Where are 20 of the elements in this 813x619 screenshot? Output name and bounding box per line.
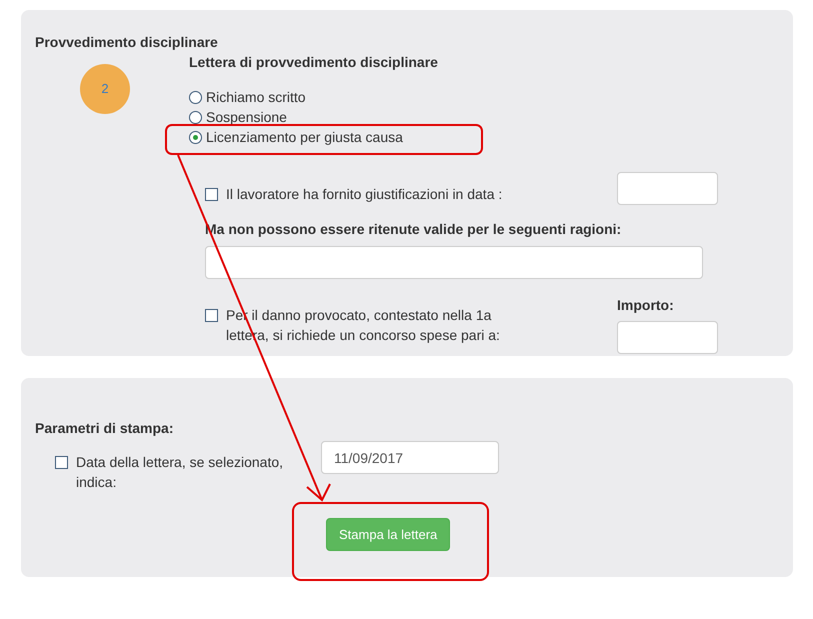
radio-label: Licenziamento per giusta causa <box>206 128 403 147</box>
checkbox-label: Data della lettera, se selezionato, indica: <box>76 453 284 492</box>
radio-label: Sospensione <box>206 108 287 127</box>
step-badge: 2 <box>80 64 130 114</box>
amount-field[interactable] <box>617 321 718 354</box>
radio-button[interactable] <box>189 90 202 104</box>
checkbox[interactable] <box>205 188 218 201</box>
checkbox[interactable] <box>55 456 68 469</box>
radio-button[interactable] <box>189 130 202 144</box>
reasons-field[interactable] <box>205 246 703 279</box>
section-subtitle: Lettera di provvedimento disciplinare <box>189 53 439 72</box>
radio-label: Richiamo scritto <box>206 88 306 107</box>
checkbox[interactable] <box>205 309 218 322</box>
date-field[interactable]: 11/09/2017 <box>321 441 499 474</box>
amount-label: Importo: <box>617 296 675 315</box>
section-title: Parametri di stampa: <box>35 419 174 438</box>
section-title: Provvedimento disciplinare <box>35 33 219 52</box>
date-field[interactable] <box>617 172 718 205</box>
radio-button[interactable] <box>189 110 202 124</box>
checkbox-label: Il lavoratore ha fornito giustificazioni in data : <box>226 185 502 204</box>
